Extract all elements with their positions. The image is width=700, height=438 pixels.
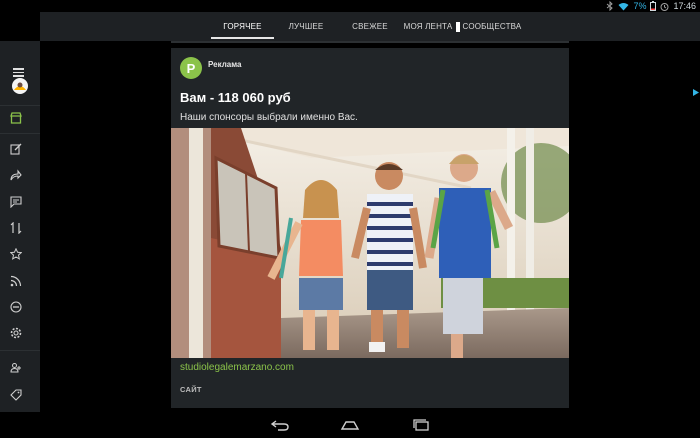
settings-icon[interactable] <box>9 326 23 340</box>
tab-hot-label: ГОРЯЧЕЕ <box>223 22 262 31</box>
tab-my-feed-label: МОЯ ЛЕНТА <box>403 22 453 31</box>
users-icon[interactable] <box>9 361 23 375</box>
tab-communities[interactable]: СООБЩЕСТВА <box>462 12 522 41</box>
back-button[interactable] <box>269 417 291 433</box>
previous-card-edge <box>171 41 569 43</box>
sidebar-divider <box>0 105 40 106</box>
comment-icon[interactable] <box>9 195 23 209</box>
status-bar: 7% 17:46 <box>0 0 700 12</box>
tag-icon[interactable] <box>9 388 23 402</box>
sort-icon[interactable] <box>9 221 23 235</box>
recents-icon <box>413 419 429 431</box>
feed-area: P Реклама Вам - 118 060 руб Наши спонсор… <box>40 41 700 412</box>
sidebar <box>0 41 40 412</box>
rss-icon[interactable] <box>9 274 23 288</box>
feed-tabs: ГОРЯЧЕЕ ЛУЧШЕЕ СВЕЖЕЕ МОЯ ЛЕНТА СООБЩЕСТ… <box>211 12 522 41</box>
shop-icon[interactable] <box>9 111 23 125</box>
ad-link[interactable]: studiolegalemarzano.com <box>180 362 294 373</box>
tab-best-label: ЛУЧШЕЕ <box>288 22 324 31</box>
edit-icon[interactable] <box>9 142 23 156</box>
back-icon <box>270 420 289 431</box>
tab-communities-label: СООБЩЕСТВА <box>462 22 522 31</box>
home-icon <box>340 421 360 430</box>
sidebar-divider <box>0 133 40 134</box>
recents-button[interactable] <box>410 417 432 433</box>
alarm-icon <box>660 2 669 11</box>
ad-label: Реклама <box>208 60 242 69</box>
tab-my-feed[interactable]: МОЯ ЛЕНТА <box>402 12 462 41</box>
bluetooth-icon <box>607 1 614 11</box>
ad-image[interactable] <box>171 128 569 358</box>
battery-percent: 7% <box>633 1 647 11</box>
battery-icon <box>650 1 657 11</box>
visit-site-button[interactable]: САЙТ <box>180 385 202 394</box>
tab-best[interactable]: ЛУЧШЕЕ <box>274 12 338 41</box>
ad-card[interactable]: P Реклама Вам - 118 060 руб Наши спонсор… <box>171 48 569 408</box>
sidebar-divider <box>0 350 40 351</box>
wifi-icon <box>618 2 629 10</box>
feed-indicator <box>456 21 461 32</box>
top-tab-bar: ГОРЯЧЕЕ ЛУЧШЕЕ СВЕЖЕЕ МОЯ ЛЕНТА СООБЩЕСТ… <box>40 12 700 41</box>
app-logo[interactable] <box>10 74 30 94</box>
star-icon[interactable] <box>9 247 23 261</box>
ad-title[interactable]: Вам - 118 060 руб <box>180 90 291 105</box>
ad-description: Наши спонсоры выбрали именно Вас. <box>180 112 358 123</box>
tab-fresh-label: СВЕЖЕЕ <box>352 22 388 31</box>
advertiser-avatar[interactable]: P <box>180 57 202 79</box>
status-icons: 7% 17:46 <box>606 0 696 12</box>
home-button[interactable] <box>339 417 361 433</box>
share-icon[interactable] <box>9 168 23 182</box>
tab-fresh[interactable]: СВЕЖЕЕ <box>338 12 402 41</box>
system-nav-bar <box>0 412 700 438</box>
tab-hot[interactable]: ГОРЯЧЕЕ <box>211 12 274 41</box>
adchoices-icon[interactable] <box>693 89 699 96</box>
clock: 17:46 <box>673 1 696 11</box>
minus-circle-icon[interactable] <box>9 300 23 314</box>
